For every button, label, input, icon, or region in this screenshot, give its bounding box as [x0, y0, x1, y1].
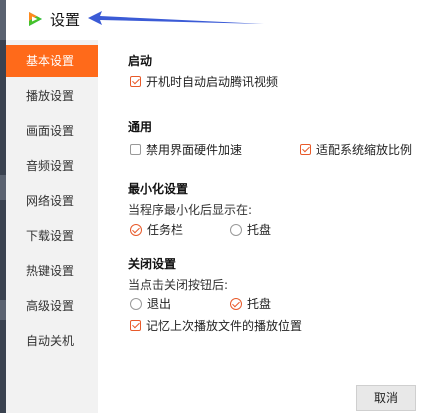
close-exit-radio[interactable]: 退出	[130, 295, 171, 312]
sidebar-item-picture[interactable]: 画面设置	[6, 115, 98, 147]
sidebar-item-auto-shutdown[interactable]: 自动关机	[6, 325, 98, 357]
remember-position-checkbox[interactable]: 记忆上次播放文件的播放位置	[130, 317, 302, 334]
sidebar-item-download[interactable]: 下载设置	[6, 220, 98, 252]
system-scale-checkbox-box[interactable]	[300, 144, 311, 155]
sidebar-item-basic[interactable]: 基本设置	[6, 45, 98, 77]
minimize-hint: 当程序最小化后显示在:	[128, 203, 253, 217]
close-tray-radio-dot[interactable]	[230, 297, 242, 310]
disable-hw-accel-checkbox[interactable]: 禁用界面硬件加速	[130, 141, 242, 158]
minimize-section-title: 最小化设置	[128, 182, 189, 196]
system-scale-checkbox[interactable]: 适配系统缩放比例	[300, 141, 412, 158]
annotation-arrow	[88, 11, 264, 25]
sidebar-item-playback[interactable]: 播放设置	[6, 80, 98, 112]
close-tray-radio[interactable]: 托盘	[230, 295, 271, 312]
minimize-taskbar-label: 任务栏	[147, 223, 184, 237]
minimize-taskbar-radio-dot[interactable]	[130, 223, 142, 236]
sidebar-item-audio[interactable]: 音频设置	[6, 150, 98, 182]
title-bar: 设置	[6, 0, 438, 40]
close-section-title: 关闭设置	[128, 257, 177, 271]
autostart-checkbox[interactable]: 开机时自动启动腾讯视频	[130, 73, 278, 90]
disable-hw-accel-label: 禁用界面硬件加速	[146, 143, 243, 157]
minimize-taskbar-radio[interactable]: 任务栏	[130, 221, 183, 238]
sidebar-item-hotkeys[interactable]: 热键设置	[6, 255, 98, 287]
remember-position-label: 记忆上次播放文件的播放位置	[146, 319, 303, 333]
minimize-tray-radio-dot[interactable]	[230, 223, 242, 236]
close-exit-radio-dot[interactable]	[130, 297, 142, 310]
remember-position-checkbox-box[interactable]	[130, 320, 141, 331]
startup-section-title: 启动	[128, 54, 153, 68]
close-tray-label: 托盘	[247, 297, 272, 311]
general-section-title: 通用	[128, 120, 153, 134]
settings-sidebar: 基本设置 播放设置 画面设置 音频设置 网络设置 下载设置 热键设置 高级设置 …	[6, 40, 98, 413]
cancel-button[interactable]: 取消	[356, 385, 416, 411]
close-hint: 当点击关闭按钮后:	[128, 278, 229, 292]
close-exit-label: 退出	[147, 297, 172, 311]
sidebar-item-network[interactable]: 网络设置	[6, 185, 98, 217]
minimize-tray-radio[interactable]: 托盘	[230, 221, 271, 238]
tencent-video-logo-icon	[29, 12, 42, 26]
disable-hw-accel-checkbox-box[interactable]	[130, 144, 141, 155]
system-scale-label: 适配系统缩放比例	[316, 143, 413, 157]
autostart-label: 开机时自动启动腾讯视频	[146, 75, 279, 89]
window-title: 设置	[50, 11, 81, 29]
sidebar-item-advanced[interactable]: 高级设置	[6, 290, 98, 322]
autostart-checkbox-box[interactable]	[130, 76, 141, 87]
settings-content: 启动 开机时自动启动腾讯视频 通用 禁用界面硬件加速 适配系统缩放比例 最小化设…	[98, 40, 438, 413]
minimize-tray-label: 托盘	[247, 223, 272, 237]
